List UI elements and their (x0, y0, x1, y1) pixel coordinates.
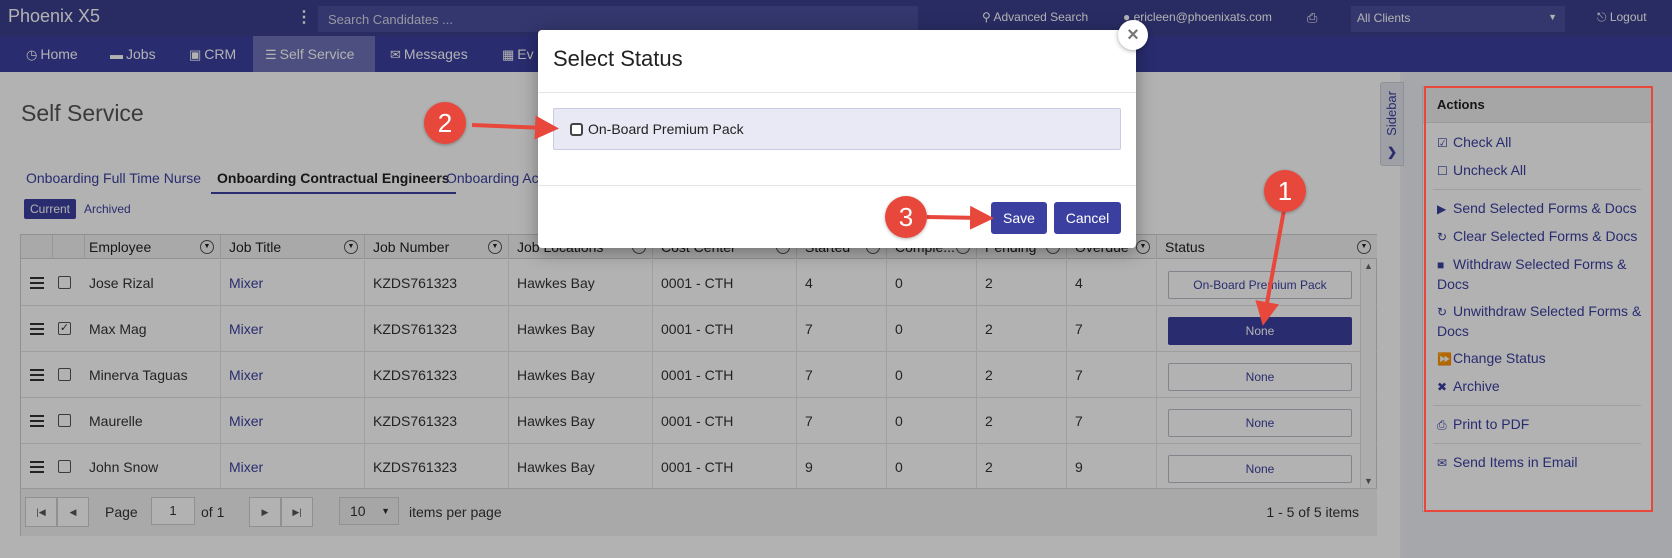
close-icon[interactable]: × (1118, 20, 1148, 50)
status-option-label: On-Board Premium Pack (588, 121, 744, 137)
status-option-row[interactable]: On-Board Premium Pack (553, 108, 1121, 150)
dialog-title: Select Status (553, 46, 683, 71)
annotation-badge-3: 3 (885, 196, 927, 238)
divider (538, 92, 1136, 93)
cancel-button[interactable]: Cancel (1054, 202, 1121, 234)
divider (538, 185, 1136, 186)
annotation-badge-2: 2 (424, 102, 466, 144)
save-button[interactable]: Save (991, 202, 1047, 234)
annotation-badge-1: 1 (1264, 170, 1306, 212)
status-option-checkbox[interactable] (570, 123, 583, 136)
select-status-dialog: Select Status × On-Board Premium Pack Sa… (538, 20, 1148, 248)
